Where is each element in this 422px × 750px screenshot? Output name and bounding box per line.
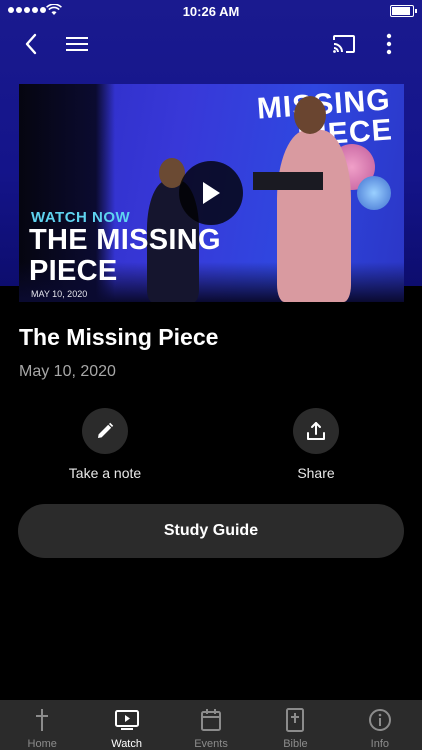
video-player[interactable]: MISSING PIECE WATCH NOW THE MISSING PIEC… (19, 84, 404, 302)
speaker-head (294, 96, 326, 134)
cross-icon (36, 708, 49, 731)
study-guide-button[interactable]: Study Guide (18, 504, 404, 558)
speaker-figure (277, 130, 351, 302)
note-icon-circle (82, 408, 128, 454)
info-icon (368, 708, 391, 731)
tab-bible-label: Bible (283, 738, 308, 750)
tv-play-icon (114, 709, 139, 730)
more-button[interactable] (371, 26, 407, 62)
sermon-title: The Missing Piece (19, 324, 219, 350)
play-button[interactable] (179, 161, 243, 225)
video-title-line2: PIECE (29, 255, 118, 287)
tab-home[interactable]: Home (0, 700, 84, 750)
sermon-date: May 10, 2020 (19, 363, 116, 380)
tab-info-label: Info (370, 738, 389, 750)
share-button[interactable]: Share (246, 408, 386, 481)
share-label: Share (297, 465, 335, 481)
tab-bar: Home Watch Events Bible Info (0, 700, 422, 750)
pencil-icon (98, 422, 114, 438)
tab-events-label: Events (194, 738, 228, 750)
study-guide-label: Study Guide (163, 522, 259, 539)
tab-info[interactable]: Info (338, 700, 422, 750)
tab-events[interactable]: Events (169, 700, 253, 750)
share-icon-circle (293, 408, 339, 454)
battery-icon (390, 5, 417, 17)
take-note-button[interactable]: Take a note (35, 408, 175, 481)
video-date-overlay: MAY 10, 2020 (31, 289, 88, 299)
play-icon (203, 182, 220, 204)
nav-bar (0, 26, 422, 62)
share-icon (307, 422, 325, 440)
chevron-left-icon (25, 33, 37, 55)
status-time: 10:26 AM (182, 4, 240, 19)
video-title-overlay: THE MISSING PIECE (29, 225, 221, 287)
video-title-line1: THE MISSING (29, 224, 221, 256)
status-bar: 10:26 AM (0, 0, 422, 22)
menu-button[interactable] (59, 26, 95, 62)
cast-icon (333, 35, 355, 53)
more-vertical-icon (386, 33, 392, 55)
cast-button[interactable] (326, 26, 362, 62)
tab-home-label: Home (27, 738, 57, 750)
tab-watch-label: Watch (111, 738, 142, 750)
take-note-label: Take a note (68, 465, 142, 481)
flower-decoration (357, 176, 391, 210)
tab-watch[interactable]: Watch (84, 700, 168, 750)
podium (253, 172, 323, 190)
bible-icon (286, 707, 305, 732)
back-button[interactable] (13, 26, 49, 62)
hamburger-icon (66, 37, 88, 51)
tab-bible[interactable]: Bible (253, 700, 337, 750)
calendar-icon (201, 708, 222, 731)
